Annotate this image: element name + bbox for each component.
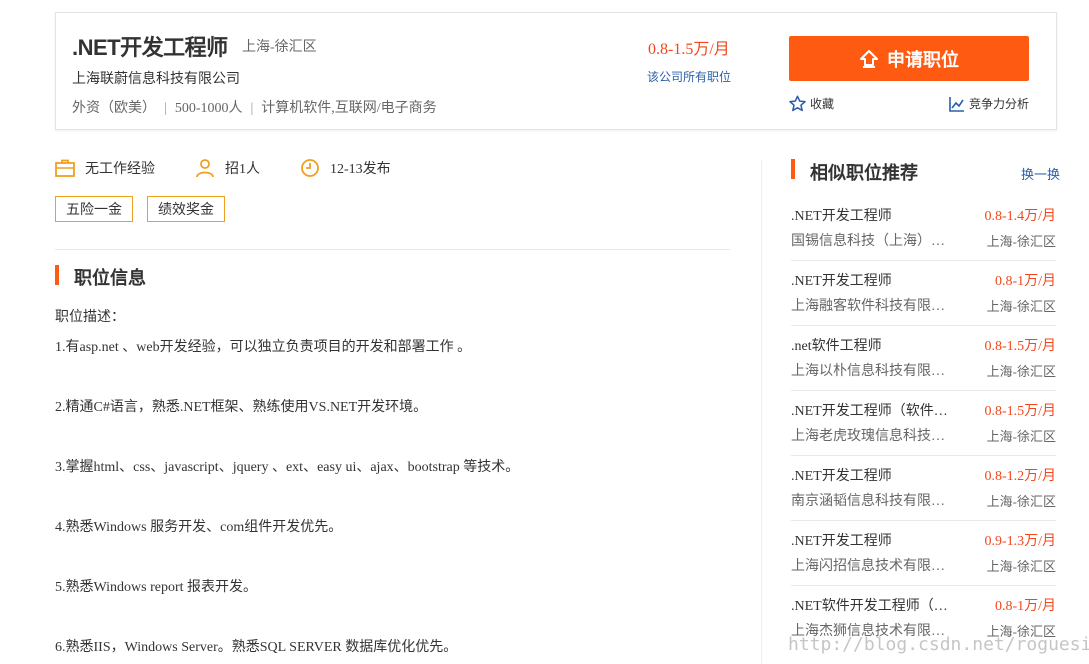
similar-job-item[interactable]: .NET开发工程师 0.8-1万/月 上海融客软件科技有限公司 上海-徐汇区 bbox=[791, 260, 1056, 326]
job-desc-line: 3.掌握html、css、javascript、jquery 、ext、easy… bbox=[55, 460, 520, 475]
similar-job-title[interactable]: .NET开发工程师 bbox=[791, 465, 951, 485]
similar-job-salary: 0.8-1.4万/月 bbox=[984, 209, 1056, 224]
favorite-label: 收藏 bbox=[810, 97, 835, 111]
job-desc-line: 4.熟悉Windows 服务开发、com组件开发优先。 bbox=[55, 520, 343, 535]
similar-job-location: 上海-徐汇区 bbox=[986, 429, 1056, 444]
company-meta: 外资（欧美） | 500-1000人 | 计算机软件,互联网/电子商务 bbox=[72, 101, 437, 116]
apply-button-label: 申请职位 bbox=[887, 49, 959, 70]
similar-job-salary: 0.8-1.5万/月 bbox=[984, 339, 1056, 354]
similar-job-title[interactable]: .NET开发工程师 bbox=[791, 205, 951, 225]
job-title: .NET开发工程师 bbox=[72, 35, 228, 60]
section-accent-bar bbox=[791, 159, 795, 179]
similar-job-location: 上海-徐汇区 bbox=[986, 494, 1056, 509]
similar-job-company[interactable]: 上海融客软件科技有限公司 bbox=[791, 295, 951, 315]
company-type: 外资（欧美） bbox=[72, 101, 156, 116]
sidebar-divider bbox=[761, 160, 762, 664]
line-chart-icon bbox=[949, 96, 964, 112]
company-industry: 计算机软件,互联网/电子商务 bbox=[261, 101, 437, 116]
refresh-link[interactable]: 换一换 bbox=[1021, 164, 1060, 183]
watermark: http://blog.csdn.net/roguesir bbox=[788, 634, 1089, 655]
company-all-jobs-link[interactable]: 该公司所有职位 bbox=[647, 68, 731, 85]
similar-job-salary: 0.8-1万/月 bbox=[994, 599, 1056, 614]
company-size: 500-1000人 bbox=[174, 101, 243, 116]
similar-job-location: 上海-徐汇区 bbox=[986, 559, 1056, 574]
similar-job-title[interactable]: .net软件工程师 bbox=[791, 335, 951, 355]
similar-job-salary: 0.8-1.5万/月 bbox=[984, 404, 1056, 419]
attr-headcount: 招1人 bbox=[195, 158, 260, 178]
similar-job-item[interactable]: .NET开发工程师 0.8-1.4万/月 国锡信息科技（上海）有限公司 上海-徐… bbox=[791, 195, 1056, 261]
tag-benefit: 绩效奖金 bbox=[147, 196, 225, 222]
similar-job-salary: 0.8-1.2万/月 bbox=[984, 469, 1056, 484]
company-name[interactable]: 上海联蔚信息科技有限公司 bbox=[72, 68, 240, 88]
similar-job-company[interactable]: 上海老虎玫瑰信息科技有限公司 bbox=[791, 425, 951, 445]
job-desc-label: 职位描述： bbox=[55, 310, 125, 325]
section-title-job-info: 职位信息 bbox=[74, 268, 146, 288]
favorite-button[interactable]: 收藏 bbox=[789, 95, 834, 112]
similar-job-title[interactable]: .NET开发工程师 bbox=[791, 270, 951, 290]
similar-job-item[interactable]: .net软件工程师 0.8-1.5万/月 上海以朴信息科技有限公司 上海-徐汇区 bbox=[791, 325, 1056, 391]
job-header-card: .NET开发工程师 上海-徐汇区 上海联蔚信息科技有限公司 外资（欧美） | 500… bbox=[55, 12, 1057, 130]
similar-job-title[interactable]: .NET软件开发工程师（C#） bbox=[791, 595, 951, 615]
person-icon bbox=[196, 159, 214, 178]
similar-job-company[interactable]: 上海以朴信息科技有限公司 bbox=[791, 360, 951, 380]
similar-job-title[interactable]: .NET开发工程师（软件开发） bbox=[791, 400, 951, 420]
briefcase-icon bbox=[55, 159, 75, 177]
job-desc-line: 6.熟悉IIS，Windows Server。熟悉SQL SERVER 数据库优… bbox=[55, 640, 458, 655]
job-location: 上海-徐汇区 bbox=[242, 40, 317, 55]
attr-experience-label: 无工作经验 bbox=[85, 162, 155, 177]
similar-job-company[interactable]: 上海闪招信息技术有限公司 bbox=[791, 555, 951, 575]
clock-icon bbox=[301, 159, 319, 177]
similar-job-title[interactable]: .NET开发工程师 bbox=[791, 530, 951, 550]
similar-job-item[interactable]: .NET开发工程师 0.9-1.3万/月 上海闪招信息技术有限公司 上海-徐汇区 bbox=[791, 520, 1056, 586]
similar-job-salary: 0.8-1万/月 bbox=[994, 274, 1056, 289]
attr-headcount-label: 招1人 bbox=[225, 162, 260, 177]
similar-job-location: 上海-徐汇区 bbox=[986, 299, 1056, 314]
job-desc-line: 1.有asp.net 、web开发经验，可以独立负责项目的开发和部署工作 。 bbox=[55, 340, 472, 355]
job-salary: 0.8-1.5万/月 bbox=[648, 41, 730, 58]
apply-button[interactable]: 申请职位 bbox=[789, 36, 1029, 81]
similar-job-salary: 0.9-1.3万/月 bbox=[984, 534, 1056, 549]
similar-job-item[interactable]: .NET开发工程师 0.8-1.2万/月 南京涵韬信息科技有限公司 上海-徐汇区 bbox=[791, 455, 1056, 521]
similar-job-company[interactable]: 南京涵韬信息科技有限公司 bbox=[791, 490, 951, 510]
section-title-similar-jobs: 相似职位推荐 bbox=[810, 163, 918, 183]
similar-job-item[interactable]: .NET开发工程师（软件开发） 0.8-1.5万/月 上海老虎玫瑰信息科技有限公… bbox=[791, 390, 1056, 456]
similar-job-location: 上海-徐汇区 bbox=[986, 234, 1056, 249]
tag-benefit: 五险一金 bbox=[55, 196, 133, 222]
upload-icon bbox=[860, 49, 878, 68]
attr-published: 12-13发布 bbox=[300, 158, 391, 178]
attr-experience: 无工作经验 bbox=[55, 158, 155, 178]
section-accent-bar bbox=[55, 265, 59, 285]
divider bbox=[55, 249, 730, 250]
job-desc-line: 2.精通C#语言，熟悉.NET框架、熟练使用VS.NET开发环境。 bbox=[55, 400, 428, 415]
star-icon bbox=[789, 95, 806, 112]
compete-analysis-button[interactable]: 竞争力分析 bbox=[949, 95, 1029, 112]
job-desc-line: 5.熟悉Windows report 报表开发。 bbox=[55, 580, 258, 595]
attr-published-label: 12-13发布 bbox=[330, 162, 391, 177]
similar-job-company[interactable]: 国锡信息科技（上海）有限公司 bbox=[791, 230, 951, 250]
compete-label: 竞争力分析 bbox=[969, 97, 1030, 111]
similar-job-location: 上海-徐汇区 bbox=[986, 364, 1056, 379]
